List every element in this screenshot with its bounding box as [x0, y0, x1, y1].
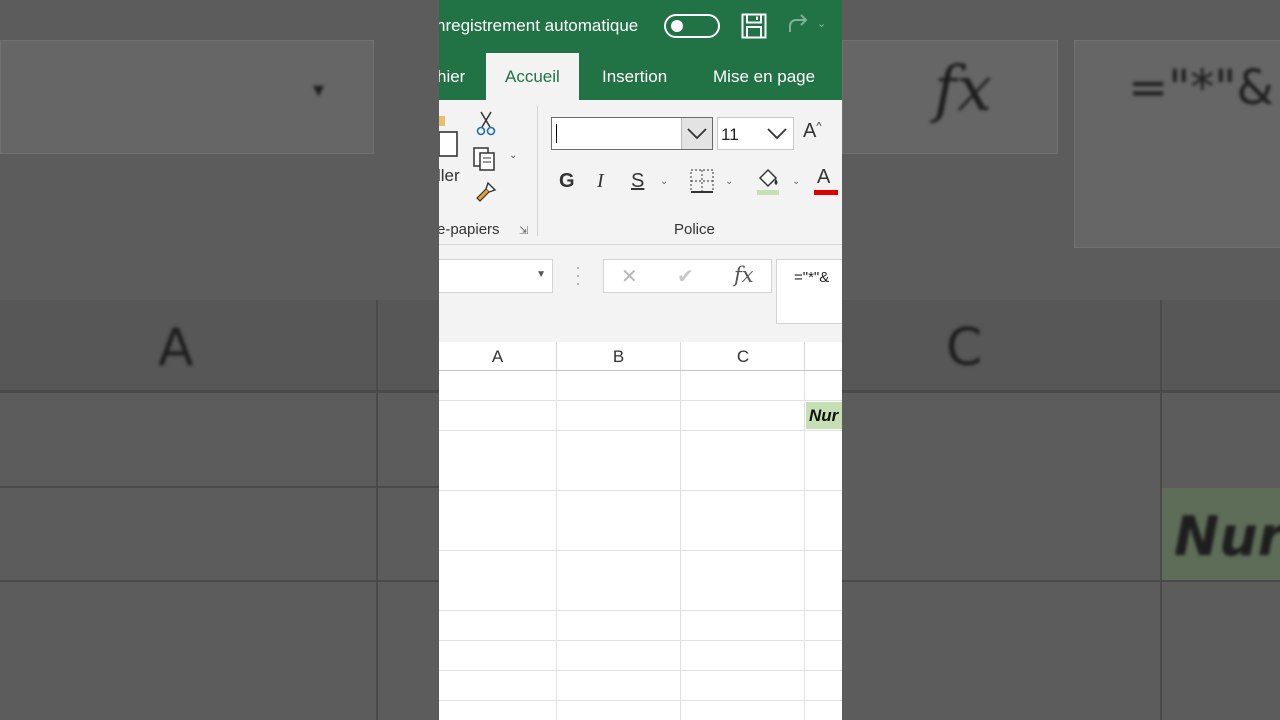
backdrop-left: ▾ A — [0, 0, 439, 720]
gridline — [680, 371, 681, 720]
font-name-dropdown[interactable] — [681, 118, 712, 149]
backdrop-formula-text: ="*"& — [1128, 60, 1274, 116]
gridline — [439, 670, 842, 671]
font-color-button[interactable]: A — [817, 166, 830, 189]
gridline — [556, 371, 557, 720]
tab-insertion[interactable]: Insertion — [602, 53, 667, 100]
bold-button[interactable]: G — [559, 170, 575, 193]
chevron-down-icon[interactable] — [766, 127, 788, 141]
backdrop-column-header — [0, 300, 439, 392]
title-bar: nregistrement automatique ⌄ — [439, 0, 842, 53]
backdrop-gridline — [0, 580, 439, 582]
enter-icon[interactable]: ✔ — [677, 264, 694, 289]
fill-color-chevron-icon[interactable]: ⌄ — [792, 176, 800, 187]
clipboard-group-label: e-papiers — [439, 221, 500, 238]
backdrop-fx-icon: fx — [934, 52, 992, 125]
font-name-field[interactable] — [551, 117, 713, 150]
format-painter-icon[interactable] — [474, 180, 498, 204]
backdrop-column-header — [842, 300, 1280, 392]
name-box-dropdown-icon[interactable]: ▼ — [536, 269, 546, 280]
column-header-b[interactable]: B — [557, 342, 680, 370]
backdrop-right: fx ="*"& C Nur — [842, 0, 1280, 720]
column-header-a[interactable]: A — [439, 342, 556, 370]
text-caret — [556, 124, 557, 143]
font-size-field[interactable]: 11 — [717, 117, 794, 150]
formula-buttons: ✕ ✔ fx — [603, 259, 772, 293]
underline-chevron-icon[interactable]: ⌄ — [660, 176, 668, 187]
redo-icon[interactable] — [786, 14, 810, 38]
insert-function-button[interactable]: fx — [734, 263, 754, 287]
tab-accueil[interactable]: Accueil — [486, 53, 579, 100]
copy-chevron-icon[interactable]: ⌄ — [509, 150, 517, 161]
backdrop-gridline — [842, 390, 1280, 393]
name-box[interactable]: ▼ — [439, 259, 553, 293]
gridline — [439, 400, 842, 401]
column-headers: A B C — [439, 342, 842, 371]
cancel-icon[interactable]: ✕ — [621, 264, 638, 289]
grow-font-button[interactable]: A^ — [803, 120, 822, 143]
group-separator — [537, 106, 538, 236]
gridline — [804, 371, 805, 720]
backdrop-dropdown-icon: ▾ — [313, 78, 325, 103]
backdrop-gridline — [0, 390, 439, 393]
backdrop-gridline — [0, 486, 439, 488]
font-color-label: A — [817, 166, 831, 188]
tab-fichier[interactable]: hier — [439, 53, 465, 100]
backdrop-col-a: A — [158, 318, 194, 378]
underline-button[interactable]: S — [631, 170, 644, 193]
formula-input[interactable]: ="*"& — [776, 259, 842, 324]
tab-mise-en-page[interactable]: Mise en page — [713, 53, 815, 100]
backdrop-cell-text: Nur — [1174, 505, 1280, 568]
grow-font-label: A — [803, 120, 817, 142]
excel-window: nregistrement automatique ⌄ hier Accueil… — [439, 0, 842, 720]
dialog-launcher-icon[interactable]: ⇲ — [519, 224, 528, 237]
paste-label[interactable]: ller — [439, 166, 460, 186]
save-icon[interactable] — [741, 13, 767, 39]
sheet-grid[interactable]: Nur — [439, 371, 842, 720]
gridline — [439, 610, 842, 611]
backdrop-gridline — [376, 300, 378, 720]
formula-text: ="*"& — [794, 269, 830, 286]
column-header-c[interactable]: C — [681, 342, 805, 370]
chevron-down-icon — [687, 128, 707, 140]
splitter-handle-icon[interactable]: · · · — [575, 258, 581, 292]
fill-color-icon[interactable] — [755, 166, 781, 196]
autosave-label: nregistrement automatique — [439, 16, 639, 35]
font-group-label: Police — [674, 221, 715, 238]
font-size-value: 11 — [721, 125, 739, 144]
gridline — [439, 430, 842, 431]
gridline — [439, 700, 842, 701]
italic-button[interactable]: I — [597, 170, 604, 193]
caret-up-icon: ^ — [816, 120, 822, 133]
borders-chevron-icon[interactable]: ⌄ — [725, 176, 733, 187]
borders-icon[interactable] — [689, 168, 715, 194]
autosave-toggle[interactable] — [664, 14, 720, 38]
ribbon: ller ⌄ e-papiers ⇲ 11 A^ G I S ⌄ ⌄ ⌄ A P… — [439, 100, 842, 245]
gridline — [439, 640, 842, 641]
redo-chevron-icon[interactable]: ⌄ — [817, 17, 826, 30]
copy-icon[interactable] — [472, 146, 498, 172]
gridline — [439, 490, 842, 491]
paste-icon[interactable] — [439, 114, 463, 160]
backdrop-gridline — [842, 580, 1280, 582]
toggle-knob — [671, 20, 683, 32]
formula-bar: ▼ · · · ✕ ✔ fx ="*"& — [439, 245, 842, 342]
column-separator[interactable] — [804, 342, 805, 370]
cut-icon[interactable] — [476, 110, 496, 136]
highlighted-cell[interactable]: Nur — [806, 402, 842, 429]
ribbon-tabs: hier Accueil Insertion Mise en page — [439, 53, 842, 100]
font-color-swatch — [814, 190, 838, 195]
gridline — [439, 550, 842, 551]
backdrop-col-c: C — [946, 318, 983, 378]
